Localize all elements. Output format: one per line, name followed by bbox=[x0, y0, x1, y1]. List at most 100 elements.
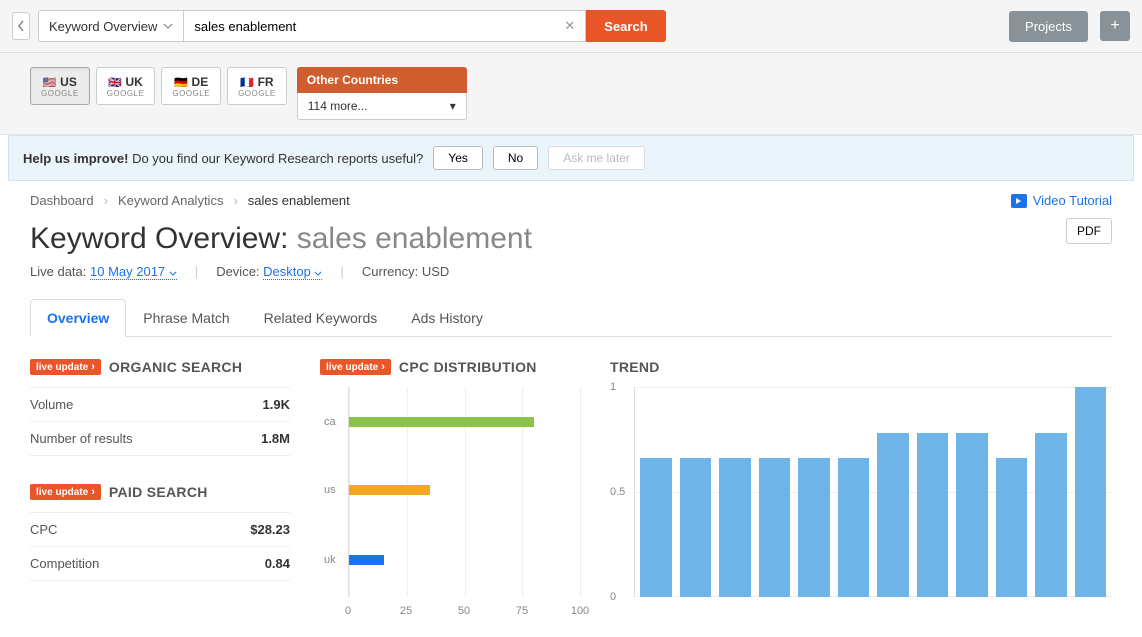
axis-tick-label: uk bbox=[324, 554, 336, 566]
tab-overview[interactable]: Overview bbox=[30, 299, 126, 337]
axis-tick-label: 50 bbox=[458, 605, 470, 617]
projects-button[interactable]: Projects bbox=[1009, 11, 1088, 42]
stat-row: CPC $28.23 bbox=[30, 512, 290, 547]
flag-icon: 🇫🇷 bbox=[240, 77, 254, 89]
currency-value: USD bbox=[422, 264, 449, 279]
video-tutorial-label: Video Tutorial bbox=[1033, 193, 1112, 208]
chart-bar bbox=[640, 458, 672, 597]
keyword-scope-label: Keyword Overview bbox=[49, 19, 157, 34]
chart-bar bbox=[349, 555, 384, 565]
other-countries-dropdown[interactable]: Other Countries 114 more... ▾ bbox=[297, 67, 467, 120]
stat-label: Volume bbox=[30, 397, 73, 412]
breadcrumb-item[interactable]: Dashboard bbox=[30, 193, 94, 208]
country-selector-row: 🇺🇸 USGOOGLE🇬🇧 UKGOOGLE🇩🇪 DEGOOGLE🇫🇷 FRGO… bbox=[0, 53, 1142, 135]
country-button-us[interactable]: 🇺🇸 USGOOGLE bbox=[30, 67, 90, 105]
trend-title: TREND bbox=[610, 359, 660, 375]
chart-bar bbox=[680, 458, 712, 597]
close-icon: ✕ bbox=[564, 18, 575, 33]
cpc-distribution-header: live update CPC DISTRIBUTION bbox=[320, 359, 580, 375]
play-icon bbox=[1011, 194, 1027, 208]
country-button-fr[interactable]: 🇫🇷 FRGOOGLE bbox=[227, 67, 287, 105]
trend-header: TREND bbox=[610, 359, 1112, 375]
export-pdf-button[interactable]: PDF bbox=[1066, 218, 1112, 244]
tab-ads-history[interactable]: Ads History bbox=[394, 299, 500, 336]
meta-row: Live data: 10 May 2017 | Device: Desktop… bbox=[30, 264, 1112, 279]
stat-label: CPC bbox=[30, 522, 57, 537]
tab-related-keywords[interactable]: Related Keywords bbox=[247, 299, 395, 336]
country-button-uk[interactable]: 🇬🇧 UKGOOGLE bbox=[96, 67, 156, 105]
chart-bar bbox=[956, 433, 988, 597]
live-update-badge: live update bbox=[30, 484, 101, 500]
stat-value: 1.8M bbox=[261, 431, 290, 446]
chart-bar bbox=[1035, 433, 1067, 597]
breadcrumb-current: sales enablement bbox=[248, 193, 350, 208]
chevron-left-icon bbox=[17, 20, 25, 32]
flag-icon: 🇩🇪 bbox=[174, 77, 188, 89]
stat-row: Volume1.9K bbox=[30, 387, 290, 422]
flag-icon: 🇬🇧 bbox=[108, 77, 122, 89]
feedback-yes-button[interactable]: Yes bbox=[433, 146, 483, 170]
live-update-badge: live update bbox=[320, 359, 391, 375]
axis-tick-label: 100 bbox=[571, 605, 589, 617]
axis-tick-label: 0 bbox=[345, 605, 351, 617]
keyword-scope-dropdown[interactable]: Keyword Overview bbox=[38, 10, 184, 42]
back-button[interactable] bbox=[12, 12, 30, 40]
axis-tick-label: ca bbox=[324, 416, 336, 428]
live-date-picker[interactable]: 10 May 2017 bbox=[90, 264, 177, 280]
device-picker[interactable]: Desktop bbox=[263, 264, 322, 280]
tabs: Overview Phrase Match Related Keywords A… bbox=[30, 299, 1112, 337]
other-countries-select[interactable]: 114 more... ▾ bbox=[297, 93, 467, 120]
chart-bar bbox=[759, 458, 791, 597]
video-tutorial-link[interactable]: Video Tutorial bbox=[1011, 193, 1112, 208]
stat-value: 0.84 bbox=[265, 556, 290, 571]
stat-label: Competition bbox=[30, 556, 99, 571]
plus-icon: + bbox=[1110, 17, 1119, 34]
chevron-right-icon: › bbox=[104, 193, 108, 208]
clear-search-button[interactable]: ✕ bbox=[554, 10, 586, 42]
axis-tick-label: 0.5 bbox=[610, 486, 625, 498]
chevron-down-icon bbox=[169, 271, 177, 276]
chart-bar bbox=[349, 417, 534, 427]
cpc-distribution-chart: 0255075100causuk bbox=[348, 387, 580, 617]
feedback-later-button[interactable]: Ask me later bbox=[548, 146, 645, 170]
chevron-right-icon: › bbox=[233, 193, 237, 208]
axis-tick-label: 25 bbox=[400, 605, 412, 617]
country-button-de[interactable]: 🇩🇪 DEGOOGLE bbox=[161, 67, 221, 105]
organic-search-title: ORGANIC SEARCH bbox=[109, 359, 242, 375]
trend-chart: 00.51 bbox=[610, 387, 1112, 617]
paid-search-header: live update PAID SEARCH bbox=[30, 484, 290, 500]
other-countries-value: 114 more... bbox=[308, 99, 368, 113]
breadcrumb-item[interactable]: Keyword Analytics bbox=[118, 193, 224, 208]
device-label: Device: bbox=[216, 264, 263, 279]
feedback-bar: Help us improve! Do you find our Keyword… bbox=[8, 135, 1134, 181]
live-update-badge: live update bbox=[30, 359, 101, 375]
top-toolbar: Keyword Overview ✕ Search Projects + bbox=[0, 0, 1142, 53]
tab-phrase-match[interactable]: Phrase Match bbox=[126, 299, 246, 336]
cpc-distribution-title: CPC DISTRIBUTION bbox=[399, 359, 537, 375]
stat-row: Competition 0.84 bbox=[30, 547, 290, 581]
page-title: Keyword Overview: sales enablement bbox=[30, 222, 1112, 256]
organic-search-header: live update ORGANIC SEARCH bbox=[30, 359, 290, 375]
chart-bar bbox=[798, 458, 830, 597]
keyword-search-input[interactable] bbox=[184, 10, 554, 42]
chart-bar bbox=[349, 485, 430, 495]
chart-bar bbox=[996, 458, 1028, 597]
axis-tick-label: 1 bbox=[610, 381, 616, 393]
chart-bar bbox=[719, 458, 751, 597]
chevron-down-icon bbox=[314, 271, 322, 276]
chevron-down-icon bbox=[163, 23, 173, 29]
add-project-button[interactable]: + bbox=[1100, 11, 1130, 41]
chart-bar bbox=[877, 433, 909, 597]
search-button[interactable]: Search bbox=[586, 10, 665, 42]
axis-tick-label: us bbox=[324, 484, 336, 496]
feedback-no-button[interactable]: No bbox=[493, 146, 538, 170]
axis-tick-label: 75 bbox=[516, 605, 528, 617]
other-countries-header: Other Countries bbox=[297, 67, 467, 93]
chevron-down-icon: ▾ bbox=[450, 99, 456, 113]
flag-icon: 🇺🇸 bbox=[43, 77, 57, 89]
chart-bar bbox=[838, 458, 870, 597]
chart-bar bbox=[1075, 387, 1107, 597]
breadcrumb: Dashboard › Keyword Analytics › sales en… bbox=[30, 193, 1112, 208]
stat-value: $28.23 bbox=[250, 522, 290, 537]
axis-tick-label: 0 bbox=[610, 591, 616, 603]
